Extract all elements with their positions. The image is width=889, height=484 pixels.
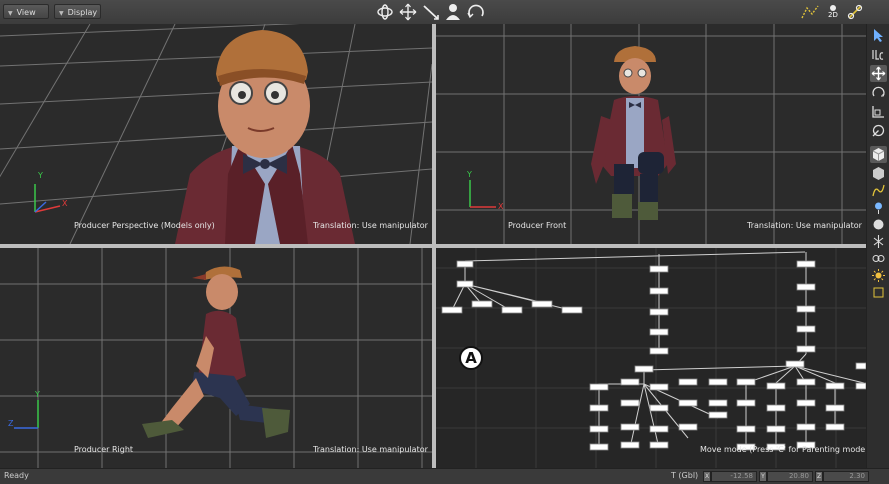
axis-x-label: X	[62, 199, 68, 208]
rotate-view-tool[interactable]	[466, 2, 486, 22]
view-2d-label: 2D	[828, 11, 838, 19]
viewport-splitter-horizontal[interactable]	[0, 244, 866, 248]
chevron-down-icon: ▼	[8, 10, 13, 17]
viewport-right[interactable]: Y Z Producer Right Translation: Use mani…	[0, 248, 432, 468]
frame-tool[interactable]	[870, 284, 887, 301]
character-tool[interactable]	[443, 2, 463, 22]
viewport-mode: Translation: Use manipulator	[313, 221, 428, 230]
pan-tool[interactable]	[398, 2, 418, 22]
axis-z-label: Z	[8, 419, 14, 428]
orbit-icon	[377, 4, 393, 20]
schematic-graph	[436, 248, 866, 468]
axis-y-label: Y	[35, 390, 40, 399]
translate-icon	[871, 66, 886, 81]
axis-x-label: X	[498, 202, 504, 211]
bone-icon	[873, 235, 884, 248]
chain-icon	[872, 255, 885, 262]
translate-tool[interactable]	[870, 65, 887, 82]
manipulator-icon	[847, 4, 863, 20]
display-menu-button[interactable]: ▼ Display	[54, 4, 101, 19]
viewport-name: Producer Perspective (Models only)	[74, 221, 215, 230]
axis-gizmo	[469, 180, 496, 208]
z-tag: Z	[815, 471, 823, 482]
curve-tool[interactable]	[870, 182, 887, 199]
trajectory-icon	[801, 5, 819, 19]
constraint-tool[interactable]	[870, 250, 887, 267]
display-menu-label: Display	[67, 8, 98, 17]
trajectory-tool[interactable]	[800, 2, 820, 22]
cube-solid-icon	[872, 148, 885, 161]
y-coordinate-field[interactable]: 20.80	[767, 471, 813, 482]
rotate-arrow-icon	[467, 4, 484, 19]
light-tool[interactable]	[870, 199, 887, 216]
local-space-toggle[interactable]	[870, 46, 887, 63]
status-bar: Ready T (Gbl) X -12.58 Y 20.80 Z 2.30	[0, 468, 889, 484]
rotate-icon	[872, 86, 885, 97]
cube-shaded-icon	[873, 167, 884, 180]
viewport-name: Producer Right	[74, 445, 134, 454]
select-tool[interactable]	[870, 27, 887, 44]
transform-space-label: T (Gbl)	[671, 471, 699, 480]
view-menu-label: View	[16, 8, 36, 17]
skin-icon	[872, 124, 885, 137]
axis-gizmo	[14, 400, 39, 429]
front-grid	[436, 24, 866, 244]
perspective-grid	[0, 24, 432, 244]
viewport-name: Producer Front	[508, 221, 567, 230]
axis-gizmo	[34, 184, 61, 213]
callout-marker: A	[459, 346, 483, 370]
skin-tool[interactable]	[870, 122, 887, 139]
x-tag: X	[703, 471, 711, 482]
view-2d-toggle[interactable]: 2D	[823, 2, 843, 22]
sun-light-tool[interactable]	[870, 267, 887, 284]
character-front	[591, 46, 676, 220]
bone-tool[interactable]	[870, 233, 887, 250]
chevron-down-icon: ▼	[59, 10, 64, 17]
y-tag: Y	[759, 471, 767, 482]
character-side	[142, 266, 290, 438]
viewport-mode: Translation: Use manipulator	[313, 445, 428, 454]
axis-y-label: Y	[38, 171, 43, 180]
solid-shading-toggle[interactable]	[870, 146, 887, 163]
z-coordinate-field[interactable]: 2.30	[823, 471, 869, 482]
orbit-tool[interactable]	[375, 2, 395, 22]
scale-icon	[872, 106, 884, 118]
sphere-tool[interactable]	[870, 216, 887, 233]
scale-tool[interactable]	[870, 103, 887, 120]
viewport-front[interactable]: Y X Producer Front Translation: Use mani…	[436, 24, 866, 244]
manipulator-tool[interactable]	[845, 2, 865, 22]
viewport-mode: Move mode (Press 'C' for Parenting mode)	[700, 445, 866, 454]
axis-y-label: Y	[467, 170, 472, 179]
dolly-icon	[423, 5, 439, 20]
frame-icon	[873, 287, 884, 298]
status-text: Ready	[4, 471, 29, 480]
viewport-schematic[interactable]: Move mode (Press 'C' for Parenting mode)	[436, 248, 866, 468]
character-bust	[175, 30, 355, 244]
viewport-perspective[interactable]: Y X Producer Perspective (Models only) T…	[0, 24, 432, 244]
zoom-tool[interactable]	[421, 2, 441, 22]
cursor-icon	[874, 29, 883, 42]
local-icon	[872, 50, 884, 60]
sphere-icon	[873, 219, 884, 230]
rotate-tool[interactable]	[870, 84, 887, 101]
viewport-mode: Translation: Use manipulator	[747, 221, 862, 230]
light-icon	[875, 202, 882, 214]
right-grid	[0, 248, 432, 468]
shaded-toggle[interactable]	[870, 165, 887, 182]
character-icon	[446, 4, 460, 20]
sun-icon	[872, 269, 885, 282]
view-menu-button[interactable]: ▼ View	[3, 4, 49, 19]
curve-icon	[872, 184, 885, 197]
move-arrows-icon	[399, 3, 417, 21]
top-toolbar: ▼ View ▼ Display 2D	[0, 0, 889, 25]
right-tool-strip	[866, 24, 889, 468]
x-coordinate-field[interactable]: -12.58	[711, 471, 757, 482]
